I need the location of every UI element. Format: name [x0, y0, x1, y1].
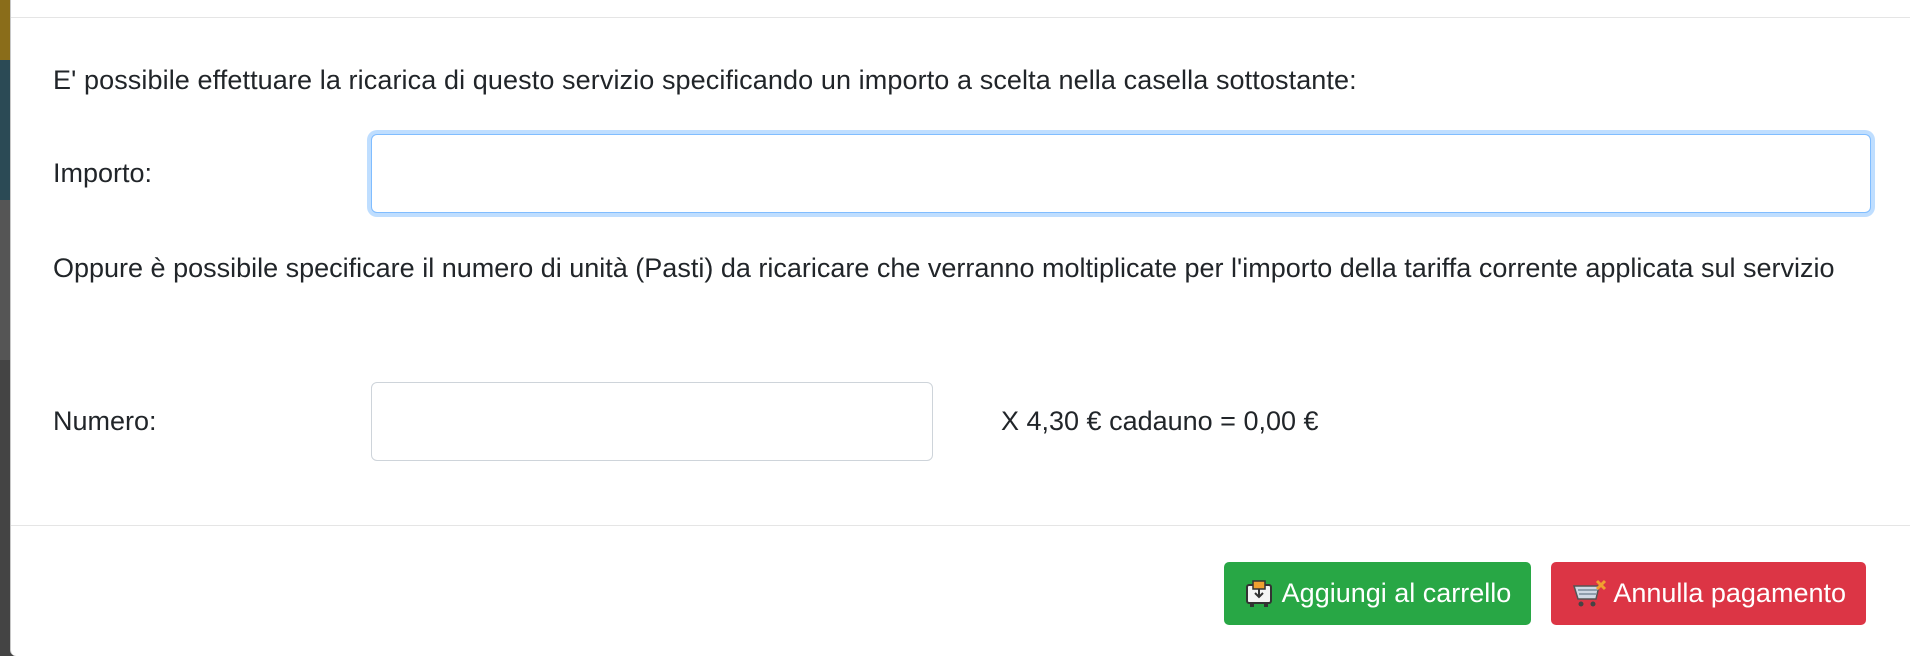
header-divider — [11, 17, 1910, 18]
numero-label: Numero: — [53, 406, 157, 437]
importo-input[interactable] — [371, 134, 1871, 213]
intro-text: E' possibile effettuare la ricarica di q… — [53, 65, 1357, 95]
importo-row: Importo: — [53, 134, 1893, 213]
recharge-modal: E' possibile effettuare la ricarica di q… — [10, 0, 1910, 656]
numero-input[interactable] — [371, 382, 933, 461]
add-to-cart-button[interactable]: Aggiungi al carrello — [1223, 562, 1532, 625]
cart-cancel-icon — [1571, 579, 1607, 609]
unit-price-calculation: X 4,30 € cadauno = 0,00 € — [1001, 406, 1319, 437]
cart-add-icon — [1244, 579, 1276, 609]
numero-row: Numero: X 4,30 € cadauno = 0,00 € — [53, 382, 1893, 461]
add-to-cart-label: Aggiungi al carrello — [1281, 578, 1512, 608]
footer-divider — [11, 525, 1910, 526]
importo-label: Importo: — [53, 158, 153, 189]
cancel-payment-button[interactable]: Annulla pagamento — [1551, 562, 1866, 625]
cancel-payment-label: Annulla pagamento — [1613, 578, 1846, 608]
modal-footer: Aggiungi al carrello Annulla pagamento — [1223, 562, 1866, 625]
units-explanation-text: Oppure è possibile specificare il numero… — [53, 253, 1835, 283]
